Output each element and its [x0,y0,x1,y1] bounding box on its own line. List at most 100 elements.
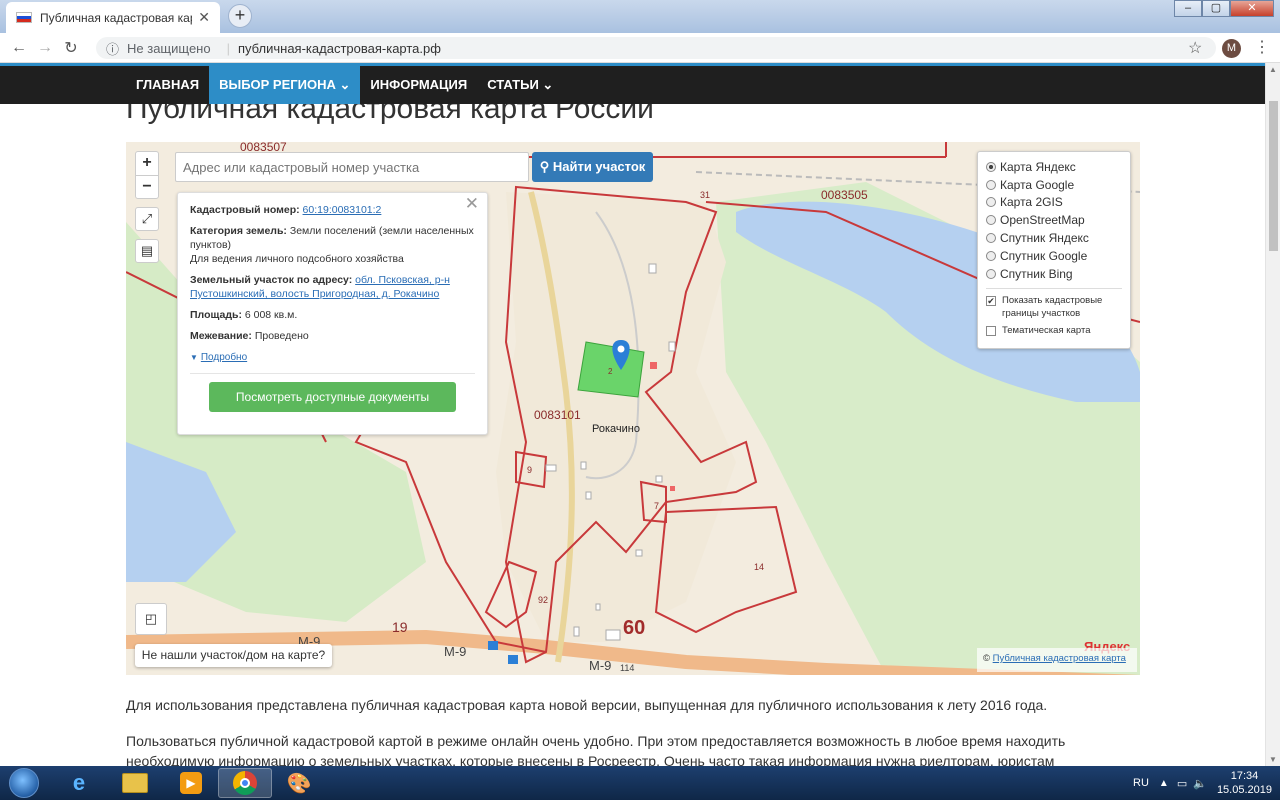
language-indicator[interactable]: RU [1133,777,1149,789]
region-number-label: 19 [392,619,408,635]
russia-flag-icon [16,12,32,23]
start-button[interactable] [2,766,46,800]
taskbar: e ▶ 🎨 RU ▲ ▭ 🔈 17:34 15.05.2019 [0,766,1280,800]
layer-option[interactable]: Карта 2GIS [986,194,1122,212]
radio-icon [986,197,996,208]
browser-menu-icon[interactable]: ⋮ [1254,37,1270,57]
reload-icon[interactable]: ↻ [58,38,84,58]
system-tray: RU ▲ ▭ 🔈 17:34 15.05.2019 [1133,766,1272,800]
show-hidden-icons[interactable]: ▲ [1159,778,1169,789]
nav-region[interactable]: Выбор региона ⌄ [209,66,361,104]
close-tab-icon[interactable]: ✕ [198,9,210,26]
forward-icon[interactable]: → [32,39,58,57]
minimize-button[interactable]: – [1174,0,1202,17]
caret-down-icon: ▼ [190,353,198,362]
search-input[interactable] [175,152,529,182]
printer-icon: ▤ [140,243,154,258]
taskbar-paint[interactable]: 🎨 [272,768,326,798]
radio-icon [986,268,996,279]
survey-value: Проведено [254,330,309,342]
paint-icon: 🎨 [286,772,312,795]
scroll-up-icon[interactable]: ▲ [1269,65,1277,74]
back-icon[interactable]: ← [6,39,32,57]
close-icon[interactable]: ✕ [465,195,479,212]
parcel-number-label: 92 [538,595,548,605]
km-label: 114 [620,663,634,673]
taskbar-explorer[interactable] [108,768,162,798]
radio-icon [986,161,996,172]
new-tab-button[interactable]: + [228,4,252,28]
url-field[interactable]: ⓘ Не защищено | публичная-кадастровая-ка… [96,37,1216,59]
map-layers-panel: Карта Яндекс Карта Google Карта 2GIS Ope… [977,151,1131,349]
url-text: публичная-кадастровая-карта.рф [237,40,441,56]
layer-option[interactable]: Карта Яндекс [986,158,1122,176]
details-link[interactable]: Подробно [201,352,247,363]
view-documents-button[interactable]: Посмотреть доступные документы [209,382,456,412]
taskbar-media[interactable]: ▶ [164,768,218,798]
village-label: Рокачино [592,423,640,435]
close-window-button[interactable]: ✕ [1230,0,1274,17]
area-value: 6 008 кв.м. [244,309,298,321]
security-label: Не защищено [127,40,211,56]
copyright-link[interactable]: Публичная кадастровая карта [993,653,1126,664]
folder-icon [122,773,148,793]
village-area [496,192,736,642]
maximize-button[interactable]: ▢ [1202,0,1230,17]
cadastral-number-link[interactable]: 60:19:0083101:2 [303,204,382,216]
clock[interactable]: 17:34 15.05.2019 [1217,769,1272,797]
address-bar: ← → ↻ ⓘ Не защищено | публичная-кадастро… [0,33,1280,63]
scrollbar-thumb[interactable] [1269,101,1278,251]
browser-tab[interactable]: Публичная кадастровая карта Р ✕ [6,2,220,33]
volume-icon[interactable]: 🔈 [1193,777,1207,790]
search-icon: ⚲ [539,159,550,174]
paragraph: Пользоваться публичной кадастровой карто… [126,733,1066,769]
zoom-in-button[interactable]: + [136,152,158,175]
highway-label: М-9 [589,658,611,673]
region-number-label: 60 [623,617,645,639]
not-found-button[interactable]: Не нашли участок/дом на карте? [135,644,332,667]
layer-option[interactable]: Спутник Яндекс [986,229,1122,247]
layer-option[interactable]: Спутник Bing [986,265,1122,283]
quarter-label: 0083505 [821,188,868,202]
parcel-number-label: 9 [527,465,532,475]
ruler-button[interactable]: ◰ [135,603,167,635]
info-icon[interactable]: ⓘ [106,39,119,58]
profile-avatar[interactable]: M [1222,39,1241,58]
show-borders-checkbox[interactable]: ✔ Показать кадастровые границы участков [986,294,1122,320]
zoom-control: + − [135,151,159,199]
browser-tab-bar: Публичная кадастровая карта Р ✕ + – ▢ ✕ [0,0,1280,33]
paragraph: Для использования представлена публичная… [126,697,1048,713]
bookmark-star-icon[interactable]: ☆ [1188,38,1202,58]
map-copyright: © Публичная кадастровая карта [977,648,1137,672]
nav-articles[interactable]: Статьи ⌄ [477,66,563,104]
taskbar-ie[interactable]: e [52,768,106,798]
page-scrollbar[interactable]: ▲ ▼ [1265,63,1280,766]
layer-option[interactable]: Карта Google [986,176,1122,194]
checkbox-icon [986,325,996,336]
internet-explorer-icon: e [72,770,86,795]
radio-icon [986,215,996,226]
network-icon[interactable]: ▭ [1177,777,1187,790]
media-player-icon: ▶ [180,772,202,794]
cadastral-map[interactable]: 0083507 0083505 0083101 Рокачино 31 2 9 … [126,142,1140,675]
scroll-down-icon[interactable]: ▼ [1269,755,1277,764]
layer-option[interactable]: OpenStreetMap [986,211,1122,229]
radio-icon [986,233,996,244]
highway-label: М-9 [444,644,466,659]
checkbox-checked-icon: ✔ [986,295,996,306]
window-controls: – ▢ ✕ [1174,0,1274,17]
chrome-icon [233,771,257,795]
nav-info[interactable]: Информация [360,66,477,104]
quarter-label: 0083101 [534,408,581,422]
find-parcel-button[interactable]: ⚲ Найти участок [532,152,653,182]
thematic-map-checkbox[interactable]: Тематическая карта [986,324,1122,337]
print-button[interactable]: ▤ [135,239,159,263]
layer-option[interactable]: Спутник Google [986,247,1122,265]
parcel-number-label: 2 [608,367,613,376]
zoom-out-button[interactable]: − [136,175,158,198]
parcel-number-label: 31 [700,190,710,200]
nav-home[interactable]: Главная [126,66,209,104]
taskbar-chrome[interactable] [218,768,272,798]
fullscreen-button[interactable]: ⤢ [135,207,159,231]
radio-icon [986,179,996,190]
